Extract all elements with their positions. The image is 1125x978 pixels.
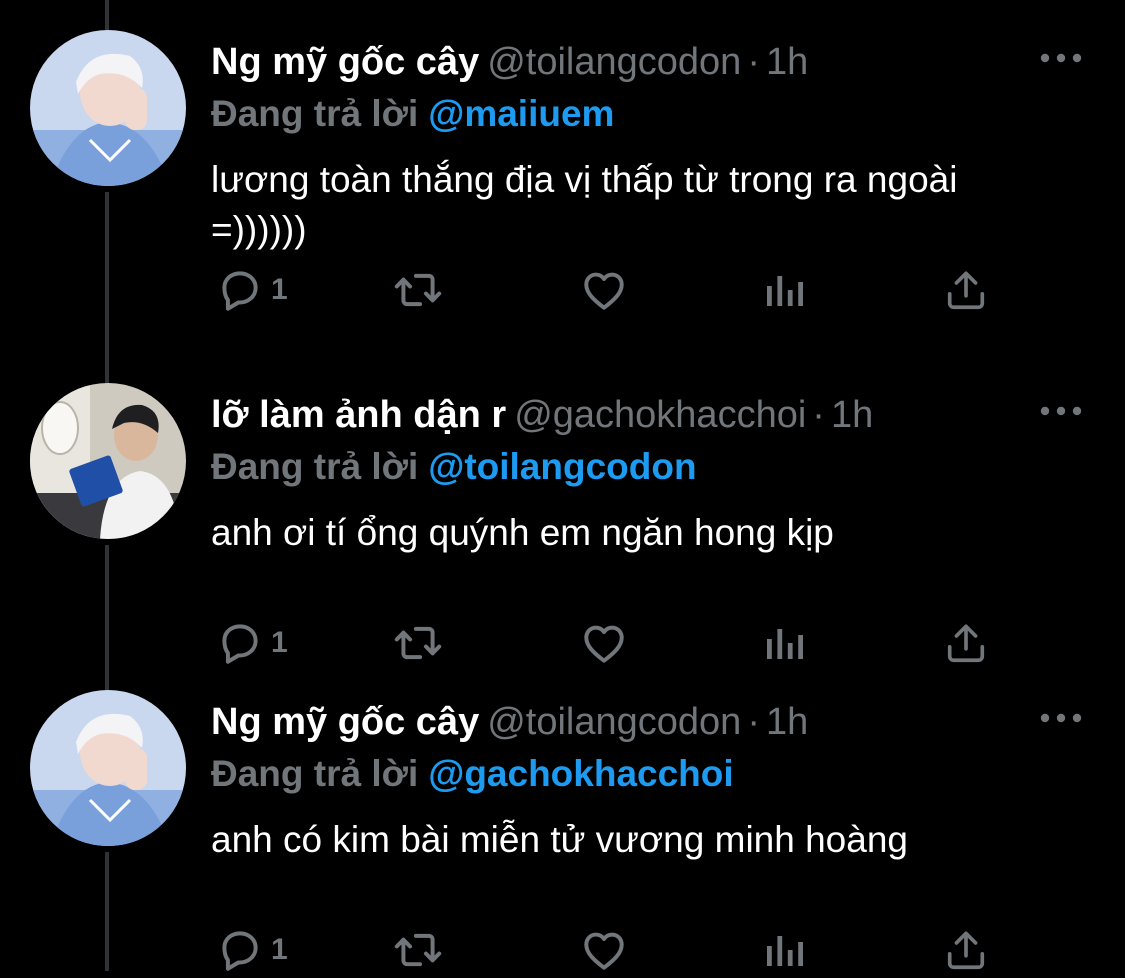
user-handle[interactable]: @toilangcodon: [487, 41, 741, 83]
avatar[interactable]: [30, 383, 186, 539]
tweet[interactable]: lỡ làm ảnh dận r @gachokhacchoi · 1h Đang t…: [0, 353, 1125, 664]
reply-count: 1: [271, 273, 288, 306]
analytics-button[interactable]: [763, 922, 807, 978]
timestamp[interactable]: 1h: [766, 701, 808, 743]
retweet-icon: [394, 273, 442, 307]
reply-button[interactable]: 1: [215, 262, 288, 318]
share-button[interactable]: [943, 922, 989, 978]
tweet-text: anh có kim bài miễn tử vương minh hoàng: [211, 819, 908, 860]
tweet-header: Ng mỹ gốc cây @toilangcodon · 1h: [211, 700, 808, 744]
tweet[interactable]: Ng mỹ gốc cây @toilangcodon · 1h Đang trả l…: [0, 0, 1125, 311]
share-icon: [947, 271, 985, 310]
tweet-header: lỡ làm ảnh dận r @gachokhacchoi · 1h: [211, 393, 873, 437]
avatar[interactable]: [30, 690, 186, 846]
like-icon: [584, 932, 624, 970]
replying-to-handle[interactable]: @maiiuem: [428, 93, 614, 134]
replying-to-handle[interactable]: @toilangcodon: [428, 446, 696, 487]
tweet-text: anh ơi tí ổng quýnh em ngăn hong kịp: [211, 512, 834, 553]
reply-count: 1: [271, 933, 288, 966]
display-name[interactable]: Ng mỹ gốc cây: [211, 41, 479, 83]
share-icon: [947, 931, 985, 970]
display-name[interactable]: lỡ làm ảnh dận r: [211, 394, 506, 436]
replying-to-label: Đang trả lời: [211, 93, 419, 134]
replying-to-label: Đang trả lời: [211, 446, 419, 487]
separator: ·: [747, 41, 760, 83]
timestamp[interactable]: 1h: [831, 394, 873, 436]
reply-icon: [222, 931, 258, 971]
more-icon[interactable]: [1037, 704, 1085, 732]
user-handle[interactable]: @toilangcodon: [487, 701, 741, 743]
replying-to: Đang trả lời @toilangcodon: [211, 445, 697, 489]
more-icon[interactable]: [1037, 44, 1085, 72]
analytics-button[interactable]: [763, 262, 807, 318]
separator: ·: [747, 701, 760, 743]
timestamp[interactable]: 1h: [766, 41, 808, 83]
like-button[interactable]: [579, 262, 629, 318]
reply-button[interactable]: 1: [215, 922, 288, 978]
like-icon: [584, 272, 624, 310]
tweet-actions: 1: [211, 262, 1011, 318]
retweet-icon: [394, 933, 442, 967]
reply-icon: [222, 271, 258, 311]
avatar[interactable]: [30, 30, 186, 186]
tweet-actions: 1: [211, 922, 1011, 978]
analytics-icon: [767, 276, 803, 306]
tweet[interactable]: Ng mỹ gốc cây @toilangcodon · 1h Đang trả l…: [0, 660, 1125, 971]
retweet-button[interactable]: [391, 262, 445, 318]
replying-to-label: Đang trả lời: [211, 753, 419, 794]
display-name[interactable]: Ng mỹ gốc cây: [211, 701, 479, 743]
retweet-button[interactable]: [391, 922, 445, 978]
replying-to: Đang trả lời @maiiuem: [211, 92, 614, 136]
more-icon[interactable]: [1037, 397, 1085, 425]
user-handle[interactable]: @gachokhacchoi: [514, 394, 806, 436]
reply-count: 1: [271, 626, 288, 659]
separator: ·: [812, 394, 825, 436]
analytics-icon: [767, 936, 803, 966]
tweet-text: lương toàn thắng địa vị thấp từ trong ra…: [211, 159, 958, 250]
replying-to-handle[interactable]: @gachokhacchoi: [428, 753, 733, 794]
tweet-header: Ng mỹ gốc cây @toilangcodon · 1h: [211, 40, 808, 84]
replying-to: Đang trả lời @gachokhacchoi: [211, 752, 734, 796]
like-button[interactable]: [579, 922, 629, 978]
share-button[interactable]: [943, 262, 989, 318]
